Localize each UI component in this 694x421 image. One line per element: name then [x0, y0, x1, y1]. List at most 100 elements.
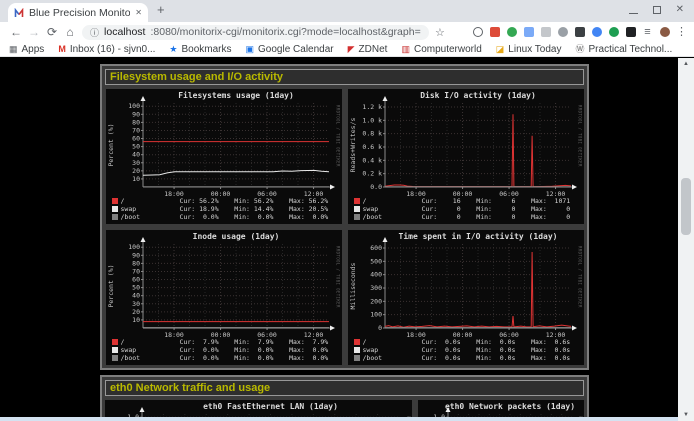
legend-color-swatch — [112, 355, 118, 361]
y-axis-label: Percent (%) — [107, 264, 115, 307]
scrollbar-down-icon[interactable]: ▼ — [678, 409, 694, 421]
menu-dots-icon[interactable]: ⋮ — [676, 27, 687, 38]
bookmark-item-linux-today[interactable]: ◪Linux Today — [496, 44, 562, 55]
window-controls: ✕ — [629, 5, 684, 15]
green-circle-extension-icon[interactable] — [608, 27, 619, 38]
window-bottom-edge — [0, 417, 678, 421]
bookmark-item-apps[interactable]: ▦Apps — [9, 44, 44, 55]
disk-io-activity-graph[interactable]: Disk I/O activity (1day)Reads+Writes/s18… — [348, 89, 584, 224]
rrdtool-watermark: RRDTOOL / TOBI OETIKER — [336, 105, 341, 167]
filesystems-usage-graph[interactable]: Filesystems usage (1day)Percent (%)18:00… — [106, 89, 342, 224]
copies-extension-icon[interactable] — [523, 27, 534, 38]
graph-title: Disk I/O activity (1day) — [420, 90, 536, 100]
bookmark-item-practical-technology[interactable]: ⓌPractical Technol... — [576, 44, 673, 55]
graph-legend: /Cur: 0.0s Min: 0.0s Max: 0.6sswapCur: 0… — [354, 338, 582, 362]
eth0-traffic-graph[interactable]: eth0 FastEthernet LAN (1day)1.00.9RRDTOO… — [105, 400, 412, 417]
axis-arrow-up — [382, 96, 387, 101]
new-tab-button[interactable]: + — [157, 2, 165, 17]
legend-color-swatch — [354, 214, 360, 220]
forward-icon[interactable]: → — [25, 25, 43, 39]
y-axis-label: Percent (%) — [107, 123, 115, 166]
pin-extension-icon[interactable] — [625, 27, 636, 38]
svg-text:40: 40 — [132, 151, 140, 159]
site-info-icon[interactable]: ⓘ — [90, 26, 99, 39]
inode-usage-graph[interactable]: Inode usage (1day)Percent (%)18:0000:000… — [106, 230, 342, 365]
playlist-extension-icon[interactable]: ≡ — [642, 27, 653, 38]
gmail-icon: M — [58, 45, 66, 54]
svg-text:0.6 k: 0.6 k — [362, 143, 382, 151]
svg-text:80: 80 — [132, 259, 140, 267]
legend-series-name: swap — [121, 205, 177, 213]
legend-row: /Cur: 16 Min: 6 Max: 1071 — [354, 197, 582, 205]
profile-avatar[interactable] — [659, 27, 670, 38]
search-extension-icon[interactable] — [472, 27, 483, 38]
section-header-network: eth0 Network traffic and usage — [105, 380, 584, 396]
close-button[interactable]: ✕ — [676, 5, 684, 15]
address-bar[interactable]: ⓘ localhost:8080/monitorix-cgi/monitorix… — [82, 25, 429, 40]
bookmark-star-icon[interactable]: ☆ — [435, 26, 445, 39]
bookmark-item-zdnet[interactable]: ◤ZDNet — [348, 44, 388, 55]
y-axis-label: Reads+Writes/s — [349, 118, 357, 173]
legend-values: Cur: 0 Min: 0 Max: 0 — [422, 213, 571, 221]
speaker-extension-icon[interactable] — [557, 27, 568, 38]
legend-row: /bootCur: 0.0% Min: 0.0% Max: 0.0% — [112, 354, 340, 362]
axis-arrow-right — [330, 185, 335, 190]
y-axis-label: Milliseconds — [349, 262, 357, 309]
legend-values: Cur: 0.0% Min: 0.0% Max: 0.0% — [180, 213, 329, 221]
blue-circle-extension-icon[interactable] — [591, 27, 602, 38]
legend-row: /Cur: 0.0s Min: 0.0s Max: 0.6s — [354, 338, 582, 346]
dark-square-extension-icon[interactable] — [574, 27, 585, 38]
svg-text:10: 10 — [132, 175, 140, 183]
legend-series-name: / — [363, 197, 419, 205]
svg-text:90: 90 — [132, 110, 140, 118]
legend-values: Cur: 0.0% Min: 0.0% Max: 0.0% — [180, 346, 329, 354]
bookmark-item-inbox[interactable]: M Inbox (16) - sjvn0... — [58, 44, 155, 55]
bookmark-items: ▦Apps M Inbox (16) - sjvn0... ★Bookmarks ▣Go… — [9, 44, 672, 55]
bookmark-item-google-calendar[interactable]: ▣Google Calendar — [246, 44, 334, 55]
svg-text:50: 50 — [132, 143, 140, 151]
bookmark-item-bookmarks[interactable]: ★Bookmarks — [169, 44, 231, 55]
legend-series-name: / — [121, 338, 177, 346]
svg-text:1.0 k: 1.0 k — [362, 116, 382, 124]
section-title: eth0 Network traffic and usage — [110, 382, 270, 394]
page-scrollbar[interactable]: ▲ ▼ — [678, 58, 694, 421]
bookmark-label: Inbox (16) - sjvn0... — [70, 44, 156, 55]
legend-row: swapCur: 18.9% Min: 14.4% Max: 20.5% — [112, 205, 340, 213]
legend-row: swapCur: 0.0s Min: 0.0s Max: 0.0s — [354, 346, 582, 354]
legend-series-name: swap — [121, 346, 177, 354]
section-title: Filesystem usage and I/O activity — [110, 71, 283, 83]
browser-toolbar: ← → ⟳ ⌂ ⓘ localhost:8080/monitorix-cgi/m… — [0, 22, 694, 42]
legend-values: Cur: 0 Min: 0 Max: 0 — [422, 205, 571, 213]
svg-text:90: 90 — [132, 251, 140, 259]
legend-series-name: /boot — [363, 213, 419, 221]
globe-extension-icon[interactable] — [506, 27, 517, 38]
back-icon[interactable]: ← — [7, 25, 25, 39]
svg-text:20: 20 — [132, 308, 140, 316]
svg-text:30: 30 — [132, 300, 140, 308]
legend-row: /bootCur: 0 Min: 0 Max: 0 — [354, 213, 582, 221]
svg-text:60: 60 — [132, 135, 140, 143]
page-extension-icon[interactable] — [540, 27, 551, 38]
bookmark-item-computerworld[interactable]: ▥Computerworld — [401, 44, 481, 55]
legend-values: Cur: 56.2% Min: 56.2% Max: 56.2% — [180, 197, 329, 205]
minimize-button[interactable] — [629, 13, 638, 15]
tab-close-icon[interactable]: ✕ — [135, 8, 142, 17]
scrollbar-thumb[interactable] — [681, 178, 691, 235]
scrollbar-up-icon[interactable]: ▲ — [678, 58, 694, 70]
svg-text:1.2 k: 1.2 k — [362, 103, 382, 111]
section-body: Filesystems usage (1day)Percent (%)18:00… — [105, 89, 584, 365]
graph-legend: /Cur: 56.2% Min: 56.2% Max: 56.2%swapCur… — [112, 197, 340, 221]
svg-text:20: 20 — [132, 167, 140, 175]
svg-text:0.8 k: 0.8 k — [362, 130, 382, 138]
time-in-io-graph[interactable]: Time spent in I/O activity (1day)Millise… — [348, 230, 584, 365]
eth0-packets-graph[interactable]: eth0 Network packets (1day)Packets/s1.0R… — [418, 400, 584, 417]
apps-grid-icon: ▦ — [9, 45, 18, 54]
section-header-filesystem: Filesystem usage and I/O activity — [105, 69, 584, 85]
home-icon[interactable]: ⌂ — [61, 25, 79, 39]
reload-icon[interactable]: ⟳ — [43, 25, 61, 39]
legend-row: swapCur: 0 Min: 0 Max: 0 — [354, 205, 582, 213]
maximize-button[interactable] — [653, 6, 661, 14]
mail-extension-icon[interactable] — [489, 27, 500, 38]
browser-tab[interactable]: Blue Precision Monitorix ✕ — [8, 3, 148, 22]
star-icon: ★ — [169, 45, 177, 54]
